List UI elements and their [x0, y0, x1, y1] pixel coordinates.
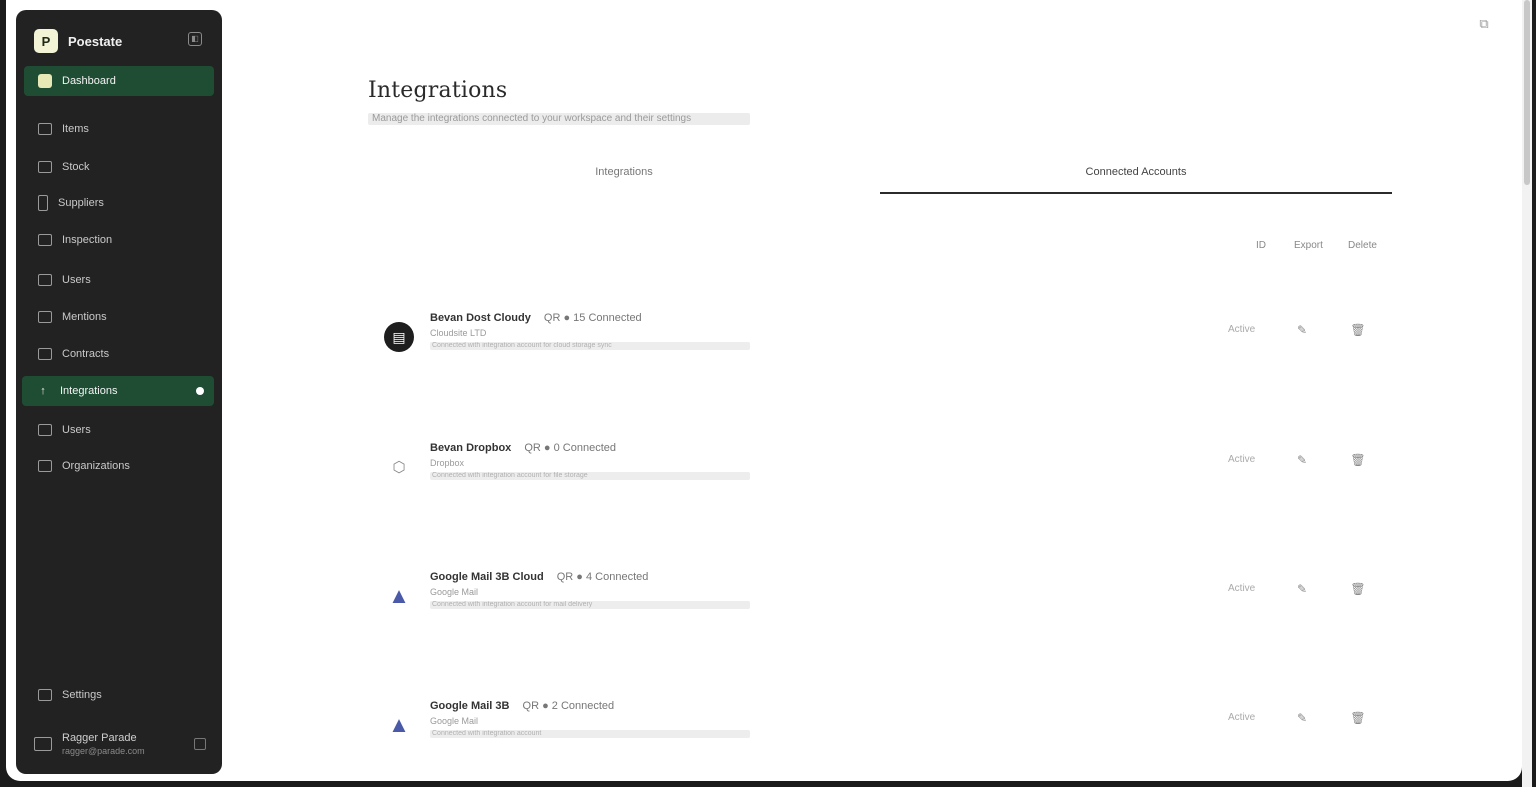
status-badge: Active: [1228, 583, 1256, 594]
mentions-icon: [38, 311, 52, 323]
integration-name: Bevan Dost Cloudy QR ● 15 Connected: [430, 312, 642, 324]
user-profile[interactable]: Ragger Parade ragger@parade.com: [34, 728, 214, 760]
dashboard-icon: [38, 74, 52, 88]
integration-title: Bevan Dropbox: [430, 442, 512, 454]
sidebar-collapse-icon[interactable]: ◧: [188, 32, 202, 46]
trash-icon[interactable]: 🗑: [1350, 322, 1366, 338]
scrollbar-thumb[interactable]: [1524, 0, 1530, 185]
integration-title: Google Mail 3B Cloud: [430, 571, 544, 583]
sidebar-item-label: Organizations: [62, 460, 130, 472]
sidebar-item-label: Contracts: [62, 348, 110, 360]
tab-connected-accounts[interactable]: Connected Accounts: [880, 160, 1392, 194]
sidebar-item-suppliers[interactable]: Suppliers: [24, 188, 214, 218]
integration-provider: Cloudsite LTD: [430, 328, 487, 338]
brand-name: Poestate: [68, 33, 123, 49]
pencil-icon[interactable]: ✎: [1294, 710, 1310, 726]
column-header-status: ID: [1256, 240, 1266, 251]
status-badge: Active: [1228, 454, 1256, 465]
trash-icon[interactable]: 🗑: [1350, 452, 1366, 468]
column-header-delete: Delete: [1348, 240, 1377, 251]
trash-icon[interactable]: 🗑: [1350, 581, 1366, 597]
page-subtitle: Manage the integrations connected to you…: [368, 113, 750, 125]
integration-description: Connected with integration account for c…: [430, 342, 750, 350]
pencil-icon[interactable]: ✎: [1294, 322, 1310, 338]
table-row[interactable]: ▲ Google Mail 3B QR ● 2 Connected Google…: [382, 694, 1392, 754]
integration-description: Connected with integration account for m…: [430, 601, 750, 609]
integration-name: Bevan Dropbox QR ● 0 Connected: [430, 442, 616, 454]
sidebar-item-label: Mentions: [62, 311, 107, 323]
sidebar: P Poestate ◧ Dashboard Items Stock Suppl…: [16, 10, 222, 774]
sidebar-item-label: Users: [62, 424, 91, 436]
table-row[interactable]: ⬡ Bevan Dropbox QR ● 0 Connected Dropbox…: [382, 436, 1392, 496]
table-row[interactable]: ▲ Google Mail 3B Cloud QR ● 4 Connected …: [382, 565, 1392, 625]
user-icon: [38, 424, 52, 436]
sidebar-item-contracts[interactable]: Contracts: [24, 339, 214, 369]
integration-provider: Google Mail: [430, 716, 479, 726]
active-indicator: [196, 387, 204, 395]
avatar: [34, 737, 52, 751]
status-badge: Active: [1228, 712, 1256, 723]
sidebar-item-label: Settings: [62, 689, 102, 701]
app-window: P Poestate ◧ Dashboard Items Stock Suppl…: [6, 0, 1522, 781]
sidebar-item-label: Suppliers: [58, 197, 104, 209]
status-badge: Active: [1228, 324, 1256, 335]
table-row[interactable]: ▤ Bevan Dost Cloudy QR ● 15 Connected Cl…: [382, 306, 1392, 366]
sidebar-item-items[interactable]: Items: [24, 114, 214, 144]
sidebar-item-label: Stock: [62, 161, 90, 173]
brand[interactable]: P Poestate: [34, 28, 122, 54]
sidebar-item-settings[interactable]: Settings: [24, 680, 214, 710]
column-header-export: Export: [1294, 240, 1323, 251]
sidebar-item-users[interactable]: Users: [24, 265, 214, 295]
pencil-icon[interactable]: ✎: [1294, 581, 1310, 597]
page-title: Integrations: [368, 78, 508, 103]
items-icon: [38, 123, 52, 135]
integration-provider: Google Mail: [430, 587, 479, 597]
user-name: Ragger Parade: [62, 732, 137, 744]
contracts-icon: [38, 348, 52, 360]
integration-name: Google Mail 3B Cloud QR ● 4 Connected: [430, 571, 648, 583]
integration-provider: Dropbox: [430, 458, 465, 468]
google-drive-logo-icon: ▲: [388, 712, 410, 737]
brand-logo: P: [34, 29, 58, 53]
integration-description: Connected with integration account for f…: [430, 472, 750, 480]
stock-icon: [38, 161, 52, 173]
sidebar-item-label: Dashboard: [62, 75, 116, 87]
dropbox-logo-icon: ⬡: [392, 459, 406, 476]
cloud-logo-icon: ▤: [384, 322, 414, 352]
more-icon[interactable]: [194, 738, 206, 750]
sidebar-item-label: Items: [62, 123, 89, 135]
trash-icon[interactable]: 🗑: [1350, 710, 1366, 726]
settings-icon: [38, 689, 52, 701]
integrations-icon: ↑: [40, 385, 46, 397]
integration-meta: QR ● 4 Connected: [556, 571, 649, 583]
sidebar-item-stock[interactable]: Stock: [24, 152, 214, 182]
window-icon[interactable]: ⧉: [1476, 16, 1492, 32]
pencil-icon[interactable]: ✎: [1294, 452, 1310, 468]
sidebar-item-integrations[interactable]: ↑ Integrations: [22, 376, 214, 406]
integration-title: Bevan Dost Cloudy: [430, 312, 531, 324]
sidebar-item-label: Integrations: [60, 385, 118, 397]
sidebar-item-label: Users: [62, 274, 91, 286]
integration-name: Google Mail 3B QR ● 2 Connected: [430, 700, 614, 712]
scrollbar[interactable]: [1522, 0, 1532, 787]
google-drive-logo-icon: ▲: [388, 583, 410, 608]
integration-meta: QR ● 2 Connected: [522, 700, 615, 712]
users-icon: [38, 274, 52, 286]
organizations-icon: [38, 460, 52, 472]
integration-description: Connected with integration account: [430, 730, 750, 738]
integration-meta: QR ● 0 Connected: [524, 442, 616, 454]
sidebar-item-label: Inspection: [62, 234, 113, 246]
sidebar-item-mentions[interactable]: Mentions: [24, 302, 214, 332]
integration-meta: QR ● 15 Connected: [543, 312, 642, 324]
user-email: ragger@parade.com: [62, 746, 145, 756]
inspection-icon: [38, 234, 52, 246]
tab-integrations[interactable]: Integrations: [368, 160, 880, 194]
sidebar-item-dashboard[interactable]: Dashboard: [24, 66, 214, 96]
sidebar-item-users-2[interactable]: Users: [24, 415, 214, 445]
integration-title: Google Mail 3B: [430, 700, 510, 712]
sidebar-item-organizations[interactable]: Organizations: [24, 451, 214, 481]
suppliers-icon: [38, 195, 48, 211]
sidebar-item-inspection[interactable]: Inspection: [24, 225, 214, 255]
user-info: Ragger Parade ragger@parade.com: [62, 732, 145, 756]
